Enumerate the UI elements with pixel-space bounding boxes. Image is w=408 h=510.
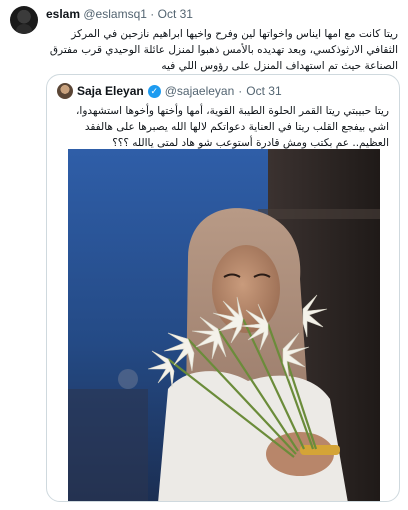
tweet-header: eslam @eslamsq1 · Oct 31	[46, 7, 193, 21]
tweet-text: ريتا كانت مع امها ايناس واخواتها لين وفر…	[49, 28, 398, 72]
author-handle[interactable]: @eslamsq1	[83, 7, 147, 21]
quoted-tweet[interactable]: Saja Eleyan ✓ @sajaeleyan · Oct 31 ريتا …	[46, 74, 400, 502]
quote-date[interactable]: Oct 31	[246, 84, 281, 98]
quote-author-handle[interactable]: @sajaeleyan	[165, 84, 235, 98]
quote-author-name[interactable]: Saja Eleyan	[77, 84, 144, 98]
tweet[interactable]: eslam @eslamsq1 · Oct 31 ريتا كانت مع ام…	[0, 0, 408, 510]
author-name[interactable]: eslam	[46, 7, 80, 21]
author-avatar[interactable]	[10, 6, 38, 34]
header-separator: ·	[150, 7, 155, 21]
quote-header: Saja Eleyan ✓ @sajaeleyan · Oct 31	[57, 83, 282, 99]
verified-badge-icon: ✓	[147, 84, 161, 98]
quote-author-avatar[interactable]	[57, 83, 73, 99]
quote-header-separator: ·	[238, 84, 243, 98]
quote-text: ريتا حبيبتي ريتا القمر الحلوة الطيبة الق…	[76, 105, 389, 149]
quote-photo[interactable]	[68, 149, 380, 501]
tweet-date[interactable]: Oct 31	[158, 7, 193, 21]
